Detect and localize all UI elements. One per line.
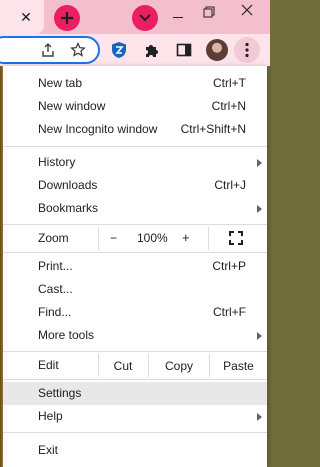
toolbar	[0, 34, 270, 66]
plus-icon	[61, 12, 73, 24]
share-icon[interactable]	[38, 40, 58, 60]
menu-item-find[interactable]: Find... Ctrl+F	[3, 301, 267, 324]
paste-button[interactable]: Paste	[210, 354, 267, 377]
menu-item-settings[interactable]: Settings	[3, 382, 267, 405]
active-tab[interactable]: ✕	[0, 0, 44, 34]
menu-divider	[3, 224, 267, 225]
menu-item-cast[interactable]: Cast...	[3, 278, 267, 301]
side-panel-icon[interactable]	[174, 40, 194, 60]
menu-item-exit[interactable]: Exit	[3, 439, 267, 462]
menu-item-label: More tools	[38, 328, 95, 342]
menu-item-shortcut: Ctrl+P	[212, 259, 246, 273]
menu-zoom-row: Zoom − 100% +	[3, 227, 267, 250]
menu-item-label: Print...	[38, 259, 73, 273]
menu-divider	[3, 432, 267, 433]
menu-divider	[3, 379, 267, 380]
menu-divider	[3, 252, 267, 253]
star-icon[interactable]	[68, 40, 88, 60]
edit-label: Edit	[38, 358, 59, 372]
chrome-menu: New tab Ctrl+T New window Ctrl+N New Inc…	[3, 66, 267, 467]
kebab-menu-button[interactable]	[234, 37, 260, 63]
menu-item-help[interactable]: Help	[3, 405, 267, 428]
submenu-arrow-icon	[257, 205, 262, 213]
window-close-button[interactable]	[224, 0, 270, 20]
menu-item-label: Cast...	[38, 282, 73, 296]
puzzle-icon[interactable]	[142, 40, 162, 60]
copy-button[interactable]: Copy	[149, 354, 209, 377]
tab-search-button[interactable]	[132, 5, 158, 31]
menu-item-label: Find...	[38, 305, 72, 319]
shield-extension-icon[interactable]	[109, 40, 129, 60]
menu-item-shortcut: Ctrl+F	[213, 305, 246, 319]
menu-item-label: Bookmarks	[38, 201, 99, 215]
zoom-out-button[interactable]: −	[110, 231, 117, 245]
close-icon	[241, 4, 253, 16]
menu-item-label: New tab	[38, 76, 83, 90]
avatar[interactable]	[206, 39, 228, 61]
menu-item-new-tab[interactable]: New tab Ctrl+T	[3, 72, 267, 95]
menu-item-label: Help	[38, 409, 63, 423]
fullscreen-icon[interactable]	[229, 231, 243, 245]
zoom-divider	[98, 227, 99, 250]
zoom-label: Zoom	[38, 231, 69, 245]
menu-item-label: Settings	[38, 386, 82, 400]
menu-item-downloads[interactable]: Downloads Ctrl+J	[3, 174, 267, 197]
menu-item-bookmarks[interactable]: Bookmarks	[3, 197, 267, 220]
restore-button[interactable]	[196, 3, 220, 23]
cut-button[interactable]: Cut	[99, 354, 147, 377]
menu-item-new-incognito-window[interactable]: New Incognito window Ctrl+Shift+N	[3, 118, 267, 141]
menu-item-print[interactable]: Print... Ctrl+P	[3, 255, 267, 278]
close-icon[interactable]: ✕	[16, 7, 36, 27]
menu-item-label: History	[38, 155, 76, 169]
submenu-arrow-icon	[257, 159, 262, 167]
submenu-arrow-icon	[257, 332, 262, 340]
menu-item-label: New Incognito window	[38, 122, 158, 136]
menu-item-label: Exit	[38, 443, 59, 457]
menu-item-history[interactable]: History	[3, 151, 267, 174]
minimize-button[interactable]	[166, 8, 190, 26]
menu-divider	[3, 351, 267, 352]
new-tab-button[interactable]	[54, 5, 80, 31]
restore-icon	[203, 6, 215, 18]
menu-item-label: Downloads	[38, 178, 98, 192]
zoom-level: 100%	[137, 231, 168, 245]
tab-strip: ✕	[0, 0, 270, 34]
menu-item-shortcut: Ctrl+N	[211, 99, 246, 113]
submenu-arrow-icon	[257, 413, 262, 421]
chevron-down-icon	[139, 14, 151, 22]
menu-item-new-window[interactable]: New window Ctrl+N	[3, 95, 267, 118]
menu-item-shortcut: Ctrl+J	[214, 178, 246, 192]
menu-item-label: New window	[38, 99, 106, 113]
kebab-menu-icon	[245, 42, 249, 58]
zoom-in-button[interactable]: +	[182, 230, 190, 245]
menu-item-shortcut: Ctrl+Shift+N	[180, 122, 246, 136]
menu-edit-row: Edit Cut Copy Paste	[3, 354, 267, 377]
menu-divider	[3, 146, 267, 147]
menu-item-shortcut: Ctrl+T	[213, 76, 246, 90]
zoom-divider	[208, 227, 209, 250]
menu-item-more-tools[interactable]: More tools	[3, 324, 267, 347]
